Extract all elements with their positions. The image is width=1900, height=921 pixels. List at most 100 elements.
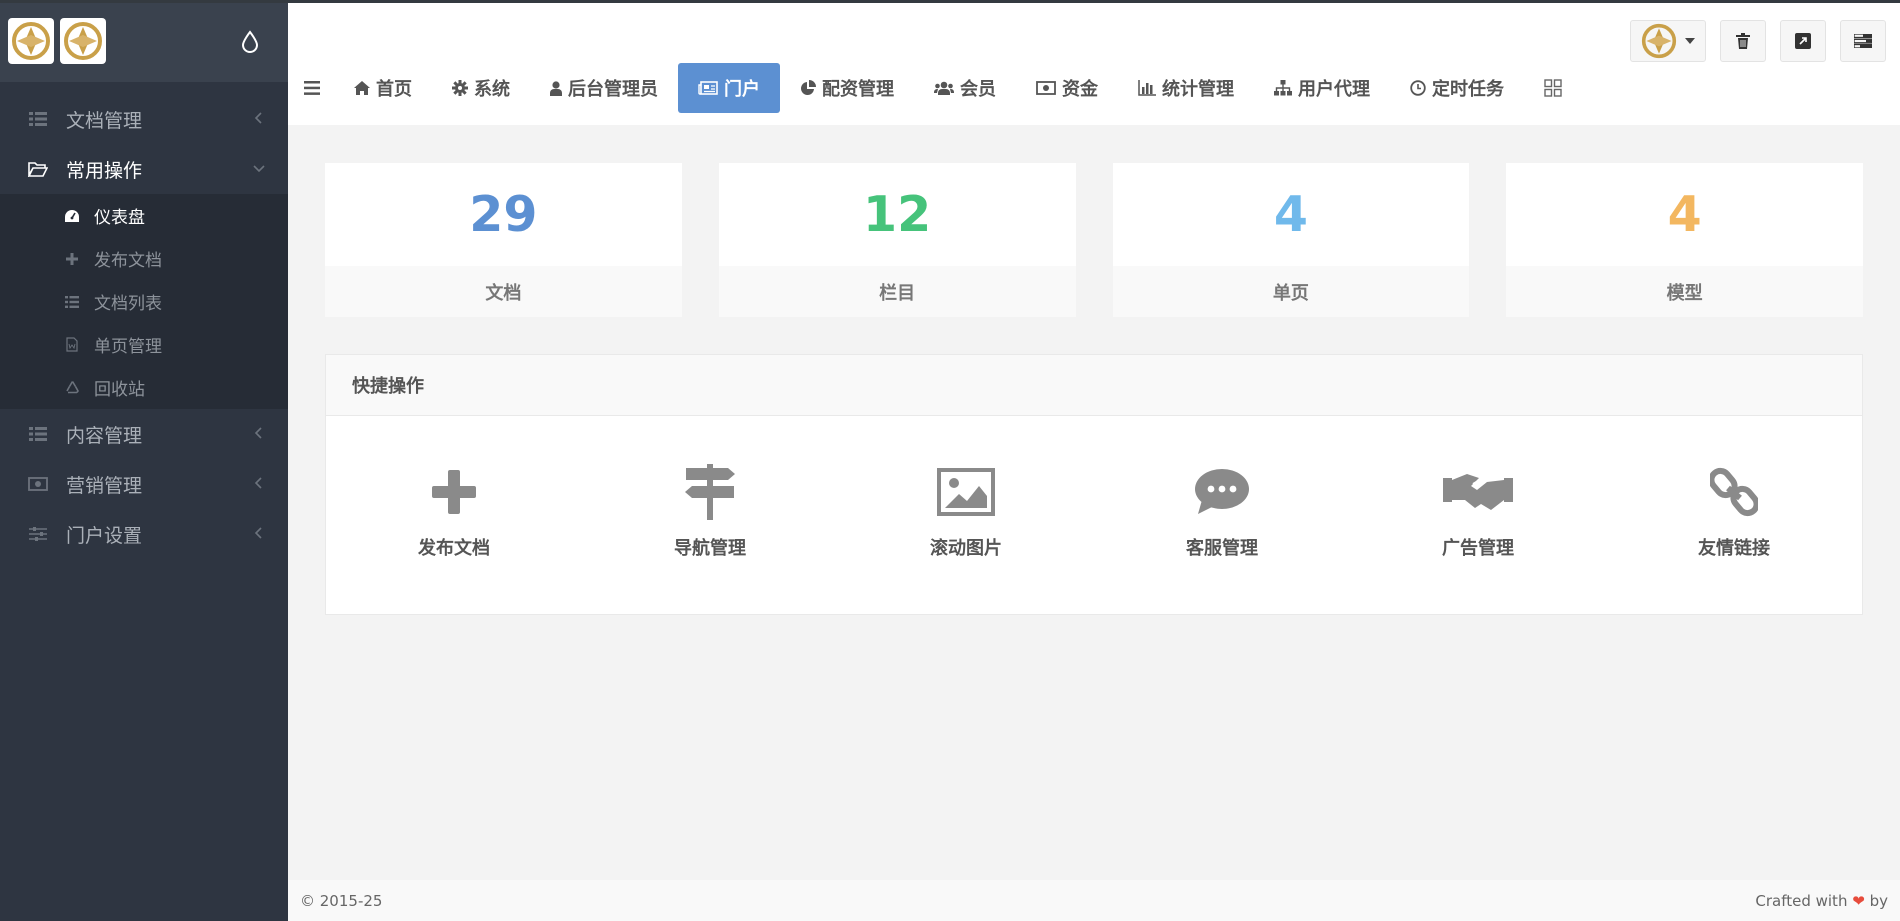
list-icon [28, 424, 48, 444]
shortcut-ads[interactable]: 广告管理 [1398, 464, 1558, 560]
shortcut-list: 发布文档 导航管理 滚动图片 客服管理 广告管理 友情链接 [326, 416, 1862, 560]
open-frontend-button[interactable] [1780, 20, 1826, 62]
stat-card-docs[interactable]: 29 文档 [325, 163, 682, 317]
newspaper-icon [698, 81, 718, 95]
list-icon [28, 109, 48, 129]
sidebar-subitem-label: 文档列表 [94, 294, 162, 314]
stat-label: 模型 [1506, 266, 1863, 317]
shortcut-label: 广告管理 [1442, 538, 1514, 559]
tab-user-agents[interactable]: 用户代理 [1254, 63, 1390, 113]
tab-label: 定时任务 [1432, 79, 1504, 100]
chevron-left-icon [254, 477, 262, 489]
copyright-text: © 2015-25 [300, 891, 383, 910]
sidebar-item-label: 内容管理 [66, 424, 143, 447]
stat-label: 文档 [325, 266, 682, 317]
shortcut-friend-links[interactable]: 友情链接 [1654, 464, 1814, 560]
sidebar-subitem-recycle[interactable]: 回收站 [0, 366, 288, 409]
sidebar-item-portal-settings[interactable]: 门户设置 [0, 509, 288, 559]
sidebar-subitem-publish[interactable]: 发布文档 [0, 237, 288, 280]
stat-card-pages[interactable]: 4 单页 [1112, 163, 1470, 317]
link-icon [1710, 464, 1758, 520]
crafted-with: Crafted with ❤ by [1755, 892, 1888, 910]
shortcut-label: 友情链接 [1698, 538, 1770, 559]
user-menu-button[interactable] [1630, 20, 1706, 62]
stat-value: 12 [863, 186, 932, 243]
side-panel-button[interactable] [1840, 20, 1886, 62]
external-link-icon [1795, 33, 1811, 49]
money-icon [1036, 81, 1056, 95]
image-icon [937, 464, 995, 520]
quick-actions-panel: 快捷操作 发布文档 导航管理 滚动图片 客服管理 广告管理 友情链接 [325, 354, 1863, 615]
shortcut-customer-service[interactable]: 客服管理 [1142, 464, 1302, 560]
bar-chart-icon [1138, 80, 1156, 96]
gear-icon [452, 80, 468, 96]
tab-label: 配资管理 [822, 79, 894, 100]
logo[interactable] [8, 18, 54, 64]
signpost-icon [684, 464, 736, 520]
sidebar-item-label: 常用操作 [66, 159, 143, 182]
shortcut-slider-images[interactable]: 滚动图片 [886, 464, 1046, 560]
stat-card-columns[interactable]: 12 栏目 [718, 163, 1076, 317]
tab-home[interactable]: 首页 [334, 63, 432, 113]
tab-financing[interactable]: 配资管理 [780, 63, 914, 113]
tab-members[interactable]: 会员 [914, 63, 1016, 113]
caret-down-icon [1685, 38, 1695, 44]
tab-scheduled-tasks[interactable]: 定时任务 [1390, 63, 1524, 113]
sidebar-menu: 文档管理 常用操作 仪表盘 发布文档 文档列表 单页管理 回收站 内容管理 营销… [0, 94, 288, 559]
shortcut-publish-doc[interactable]: 发布文档 [374, 464, 534, 560]
stat-value: 4 [1273, 186, 1308, 243]
sidebar-subitem-label: 单页管理 [94, 337, 162, 357]
tab-system[interactable]: 系统 [432, 63, 530, 113]
tab-label: 系统 [474, 79, 510, 100]
chevron-left-icon [254, 427, 262, 439]
money-icon [28, 474, 48, 494]
tab-admins[interactable]: 后台管理员 [530, 63, 678, 113]
top-border [0, 0, 1900, 3]
logo-icon [64, 22, 102, 60]
more-modules-button[interactable] [1524, 63, 1582, 113]
tab-funds[interactable]: 资金 [1016, 63, 1118, 113]
tab-label: 资金 [1062, 79, 1098, 100]
sidebar-subitem-dashboard[interactable]: 仪表盘 [0, 194, 288, 237]
top-nav: 首页 系统 后台管理员 门户 配资管理 会员 资金 统计管理 用户代理 定时任务 [304, 63, 1582, 113]
shortcut-navigation[interactable]: 导航管理 [630, 464, 790, 560]
heart-icon: ❤ [1852, 891, 1865, 910]
list-icon [64, 294, 80, 310]
topbar: 首页 系统 后台管理员 门户 配资管理 会员 资金 统计管理 用户代理 定时任务 [288, 3, 1900, 125]
users-icon [934, 81, 954, 95]
chat-icon [1194, 464, 1250, 520]
sidebar-subitem-doclist[interactable]: 文档列表 [0, 280, 288, 323]
logo-secondary[interactable] [60, 18, 106, 64]
tasks-icon [1854, 34, 1872, 48]
sidebar-item-content[interactable]: 内容管理 [0, 409, 288, 459]
trash-icon [1736, 33, 1750, 49]
file-word-icon [64, 337, 80, 353]
plus-icon [64, 251, 80, 267]
sidebar-submenu: 仪表盘 发布文档 文档列表 单页管理 回收站 [0, 194, 288, 409]
sidebar-subitem-pages[interactable]: 单页管理 [0, 323, 288, 366]
menu-icon [304, 81, 320, 95]
footer: © 2015-25 Crafted with ❤ by [288, 880, 1900, 921]
tab-portal[interactable]: 门户 [678, 63, 780, 113]
clear-cache-button[interactable] [1720, 20, 1766, 62]
stat-label: 栏目 [718, 266, 1076, 317]
user-icon [550, 80, 562, 96]
sidebar-item-docs[interactable]: 文档管理 [0, 94, 288, 144]
panel-title: 快捷操作 [326, 355, 1862, 416]
stat-card-models[interactable]: 4 模型 [1506, 163, 1863, 317]
theme-drop-icon[interactable] [240, 30, 260, 54]
main-content: 29 文档 12 栏目 4 单页 4 模型 快捷操作 发布文档 导航管理 滚动图… [325, 163, 1863, 615]
stat-value: 29 [469, 186, 538, 243]
sidebar: 文档管理 常用操作 仪表盘 发布文档 文档列表 单页管理 回收站 内容管理 营销… [0, 0, 288, 921]
crafted-prefix: Crafted with [1755, 891, 1848, 910]
sidebar-item-common[interactable]: 常用操作 [0, 144, 288, 194]
stat-label: 单页 [1112, 266, 1470, 317]
clock-icon [1410, 80, 1426, 96]
tab-label: 后台管理员 [568, 79, 658, 100]
dashboard-icon [64, 208, 80, 224]
sidebar-item-marketing[interactable]: 营销管理 [0, 459, 288, 509]
sidebar-toggle-button[interactable] [304, 63, 334, 113]
sidebar-item-label: 营销管理 [66, 474, 143, 497]
tab-statistics[interactable]: 统计管理 [1118, 63, 1254, 113]
folder-open-icon [28, 159, 48, 179]
